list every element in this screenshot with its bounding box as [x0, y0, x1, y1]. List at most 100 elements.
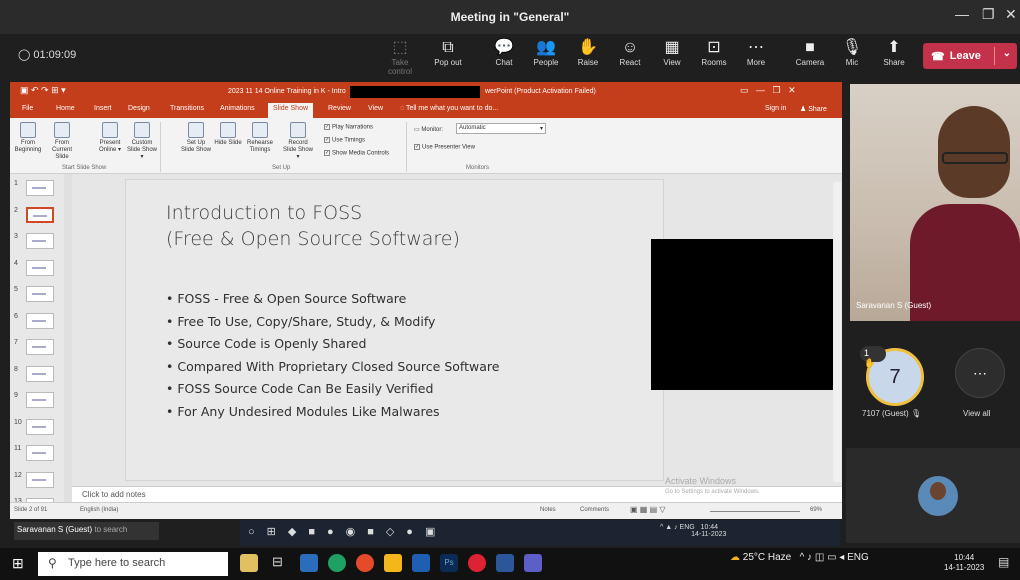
redacted-block: [350, 86, 480, 98]
use-timings-checkbox[interactable]: ✓ Use Timings: [324, 137, 365, 144]
activate-windows-watermark: Activate Windows Go to Settings to activ…: [665, 476, 760, 498]
tab-view[interactable]: View: [368, 105, 383, 112]
pop-out-icon: ⧉: [442, 39, 454, 56]
tray-icons[interactable]: ^ ♪ ◫ ▭ ◂: [794, 552, 847, 563]
edge-icon[interactable]: [328, 554, 346, 572]
custom-slide-show-button[interactable]: Custom Slide Show ▾: [126, 122, 158, 161]
share-label: Share: [883, 58, 905, 67]
taskbar-search[interactable]: ⚲ Type here to search: [38, 552, 228, 576]
mic-label: Mic: [845, 58, 859, 67]
file-explorer-icon[interactable]: [300, 554, 318, 572]
hide-slide-label: Hide Slide: [214, 140, 242, 146]
slideshow-current-icon: [54, 122, 70, 138]
rooms-button[interactable]: ⊡ Rooms: [694, 38, 734, 67]
teams-icon[interactable]: [524, 554, 542, 572]
slide-bullets[interactable]: FOSS - Free & Open Source Software Free …: [166, 288, 499, 423]
rehearse-timings-button[interactable]: Rehearse Timings: [244, 122, 276, 154]
view-all-label[interactable]: View all: [963, 409, 990, 418]
chevron-down-icon[interactable]: ⌄: [1003, 48, 1011, 59]
slide-number: 6: [14, 312, 18, 320]
mic-button[interactable]: 🎙 Mic: [832, 38, 872, 67]
slide-preview: [26, 312, 54, 329]
tab-insert[interactable]: Insert: [94, 105, 112, 112]
use-presenter-view-checkbox[interactable]: ✓ Use Presenter View: [414, 144, 475, 151]
meeting-toolbar: ◯ 01:09:09 ⬚ Take control ⧉ Pop out 💬 Chat …: [0, 34, 1020, 78]
ppt-file-title: 2023 11 14 Online Training in K - Intro: [228, 88, 346, 95]
chat-button[interactable]: 💬 Chat: [484, 38, 524, 67]
taskbar-clock[interactable]: 10:44 14-11-2023: [944, 553, 984, 573]
tab-review[interactable]: Review: [328, 105, 351, 112]
zoom-slider[interactable]: [710, 511, 800, 512]
close-button[interactable]: ✕: [1005, 6, 1017, 23]
from-beginning-button[interactable]: From Beginning: [12, 122, 44, 154]
activate-title: Activate Windows: [665, 476, 737, 486]
tab-animations[interactable]: Animations: [220, 105, 255, 112]
record-slide-show-button[interactable]: Record Slide Show ▾: [282, 122, 314, 161]
comments-toggle[interactable]: Comments: [580, 507, 609, 513]
tab-home[interactable]: Home: [56, 105, 75, 112]
hand-count: 1: [864, 348, 870, 358]
task-view-icon[interactable]: ⊟: [272, 554, 283, 570]
language-indicator[interactable]: ENG: [847, 552, 869, 563]
tab-file[interactable]: File: [22, 105, 33, 112]
raise-hand-button[interactable]: ✋ Raise: [568, 38, 608, 67]
show-media-controls-checkbox[interactable]: ✓ Show Media Controls: [324, 150, 389, 157]
windows-start-icon[interactable]: ⊞: [12, 555, 24, 572]
window-titlebar: Meeting in "General" — ❐ ✕: [0, 0, 1020, 34]
share-button[interactable]: ⬆ Share: [874, 38, 914, 67]
current-slide[interactable]: Introduction to FOSS (Free & Open Source…: [125, 179, 664, 481]
set-up-slide-show-button[interactable]: Set Up Slide Show: [180, 122, 212, 154]
participant-name: Saravanan S (Guest): [856, 301, 932, 310]
slide-title[interactable]: Introduction to FOSS (Free & Open Source…: [166, 200, 460, 252]
from-current-button[interactable]: From Current Slide: [46, 122, 78, 161]
tab-slide-show[interactable]: Slide Show: [268, 103, 314, 118]
store-icon[interactable]: [412, 554, 430, 572]
clock-time: 10:44: [954, 553, 975, 562]
ribbon-divider: [406, 122, 407, 172]
browser-icon[interactable]: [468, 554, 486, 572]
tab-transitions[interactable]: Transitions: [170, 105, 204, 112]
take-control-button[interactable]: ⬚ Take control: [380, 38, 420, 76]
hide-slide-button[interactable]: Hide Slide: [212, 122, 244, 147]
play-narrations-checkbox[interactable]: ✓ Play Narrations: [324, 124, 373, 131]
language-indicator[interactable]: English (India): [80, 507, 118, 513]
notifications-icon[interactable]: ▤: [998, 555, 1009, 569]
ppt-window-controls[interactable]: ▭ — ❐ ✕: [740, 85, 796, 96]
view-button[interactable]: ▦ View: [652, 38, 692, 67]
shared-search-text: to search: [94, 525, 128, 534]
thumbnail-scrollbar[interactable]: [64, 174, 72, 502]
minimize-button[interactable]: —: [955, 6, 969, 22]
word-icon[interactable]: [496, 554, 514, 572]
camera-button[interactable]: ■ Camera: [790, 38, 830, 67]
mic-muted-icon: 🎙: [910, 409, 922, 418]
react-label: React: [619, 58, 641, 67]
maximize-button[interactable]: ❐: [982, 6, 995, 23]
slide-preview: [26, 180, 54, 196]
leave-button[interactable]: ☎ Leave ⌄: [923, 43, 1017, 69]
photoshop-icon[interactable]: Ps: [440, 554, 458, 572]
notes-toggle[interactable]: Notes: [540, 507, 556, 513]
slide-scrollbar[interactable]: [833, 182, 841, 482]
present-online-button[interactable]: Present Online ▾: [94, 122, 126, 154]
monitor-select[interactable]: Automatic ▾: [456, 123, 546, 134]
weather-text[interactable]: 25°C Haze: [743, 552, 791, 563]
view-buttons[interactable]: ▣ ▦ ▤ ▽: [630, 505, 666, 514]
tab-design[interactable]: Design: [128, 105, 150, 112]
participant-video[interactable]: Saravanan S (Guest): [850, 84, 1020, 321]
chrome-icon[interactable]: [356, 554, 374, 572]
view-all-button[interactable]: ⋯: [955, 348, 1005, 398]
more-button[interactable]: ⋯ More: [736, 38, 776, 67]
zoom-level[interactable]: 69%: [810, 507, 822, 513]
phone-icon: ☎: [931, 50, 945, 63]
sign-in-link[interactable]: Sign in: [765, 105, 786, 112]
self-avatar[interactable]: [918, 476, 958, 516]
from-beginning-label: From Beginning: [14, 140, 42, 153]
ppt-share-button[interactable]: ♟ Share: [800, 105, 827, 113]
tell-me-box[interactable]: ◌ Tell me what you want to do...: [400, 105, 498, 112]
files-icon[interactable]: [384, 554, 402, 572]
folder-icon[interactable]: [240, 554, 258, 572]
react-button[interactable]: ☺ React: [610, 38, 650, 67]
people-button[interactable]: 👥 People: [526, 38, 566, 67]
pop-out-button[interactable]: ⧉ Pop out: [428, 38, 468, 67]
quick-access-icon[interactable]: ▣ ↶ ↷ ⊞ ▾: [20, 85, 66, 96]
